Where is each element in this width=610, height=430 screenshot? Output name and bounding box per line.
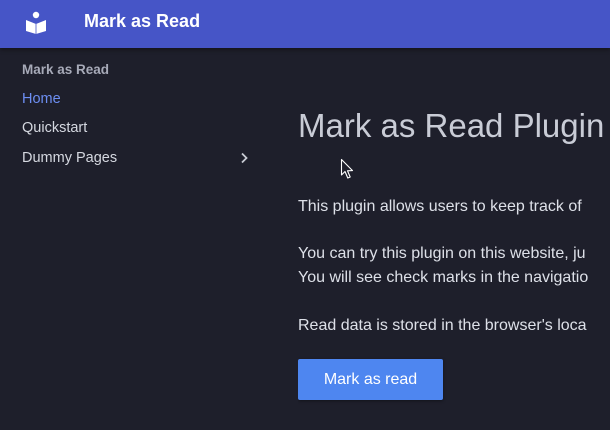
try-paragraph: You can try this plugin on this website,… [298,242,588,290]
mark-as-read-button[interactable]: Mark as read [298,359,443,400]
site-title[interactable]: Mark as Read [84,11,200,31]
sidebar-item-label: Dummy Pages [22,150,118,166]
top-app-bar: Mark as Read [0,0,610,48]
sidebar-item-label: Home [22,91,61,107]
try-line-1: You can try this plugin on this website,… [298,245,586,262]
main-content: Mark as Read Plugin This plugin allows u… [298,48,610,430]
page-title: Mark as Read Plugin [298,107,605,144]
sidebar-item-home[interactable]: Home [22,89,254,109]
nav-section-title: Mark as Read [22,62,110,77]
try-line-2: You will see check marks in the navigati… [298,269,589,286]
sidebar-item-label: Quickstart [22,120,88,136]
reader-book-icon[interactable] [24,10,48,34]
mouse-pointer-icon [340,158,354,179]
sidebar-item-quickstart[interactable]: Quickstart [22,118,254,138]
sidebar-item-dummy-pages[interactable]: Dummy Pages [22,148,254,168]
storage-paragraph: Read data is stored in the browser's loc… [298,317,587,334]
chevron-right-icon[interactable] [236,150,252,166]
intro-paragraph: This plugin allows users to keep track o… [298,198,582,215]
